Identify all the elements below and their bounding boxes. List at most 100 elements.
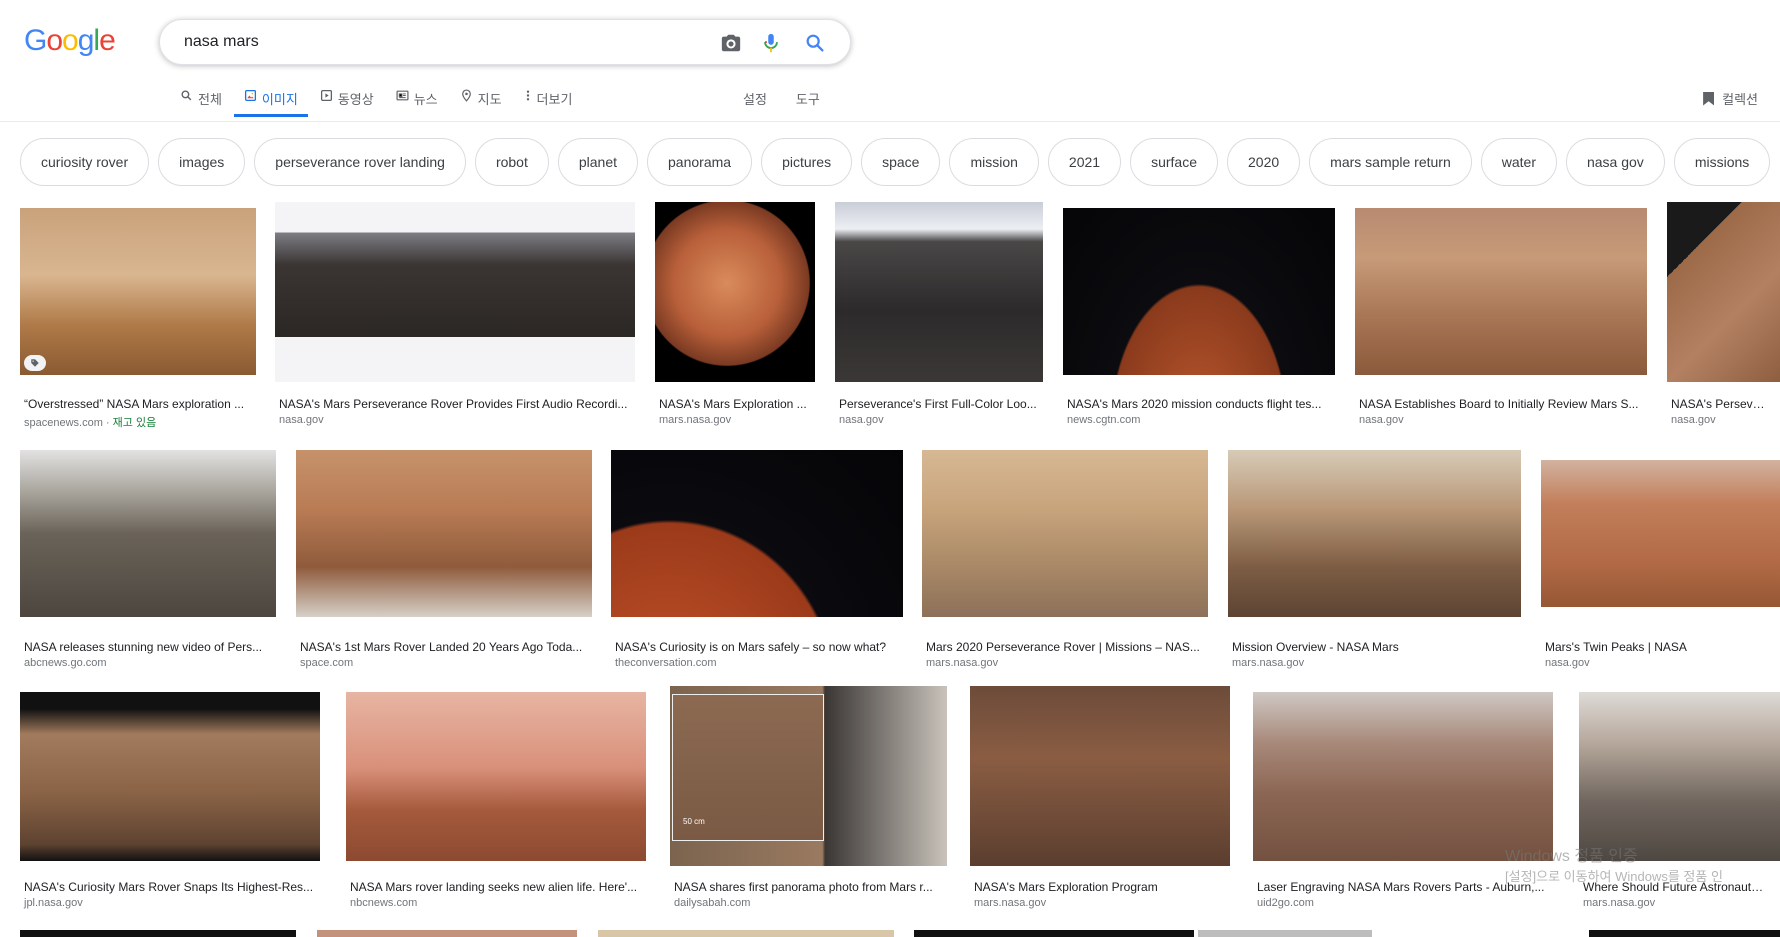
news-icon xyxy=(396,89,409,105)
related-search-chip[interactable]: panorama xyxy=(647,138,753,186)
result-thumbnail[interactable] xyxy=(598,930,894,937)
result-thumbnail[interactable] xyxy=(1253,692,1553,861)
result-domain: nasa.gov xyxy=(1545,657,1590,669)
camera-icon[interactable] xyxy=(718,30,744,56)
result-domain: mars.nasa.gov xyxy=(926,657,999,669)
result-thumbnail[interactable] xyxy=(922,450,1208,617)
tab-3[interactable]: 뉴스 xyxy=(396,86,438,117)
result-thumbnail[interactable] xyxy=(1667,202,1780,382)
collections-link[interactable]: 컬렉션 xyxy=(1703,89,1758,108)
result-title[interactable]: NASA's Mars 2020 mission conducts flight… xyxy=(1067,397,1321,411)
result-title[interactable]: NASA's Mars Exploration ... xyxy=(659,397,807,411)
result-source: nasa.gov xyxy=(1359,414,1404,426)
related-search-chip[interactable]: perseverance rover landing xyxy=(254,138,466,186)
tab-2[interactable]: 동영상 xyxy=(320,86,374,117)
google-logo[interactable]: Google xyxy=(24,24,116,64)
result-title[interactable]: Mars's Twin Peaks | NASA xyxy=(1545,640,1687,654)
related-search-chip[interactable]: images xyxy=(158,138,246,186)
scale-label: 50 cm xyxy=(683,817,705,826)
related-search-chip[interactable]: space xyxy=(861,138,941,186)
result-thumbnail[interactable] xyxy=(20,450,276,617)
result-thumbnail[interactable] xyxy=(835,202,1043,382)
related-search-chip[interactable]: 2021 xyxy=(1047,138,1122,186)
result-title[interactable]: Laser Engraving NASA Mars Rovers Parts -… xyxy=(1257,880,1544,894)
result-title[interactable]: “Overstressed” NASA Mars exploration ... xyxy=(24,397,244,411)
video-icon xyxy=(320,89,333,105)
result-title[interactable]: NASA's 1st Mars Rover Landed 20 Years Ag… xyxy=(300,640,582,654)
result-title[interactable]: NASA's Perseveranc xyxy=(1671,397,1768,411)
result-thumbnail[interactable] xyxy=(296,450,592,617)
result-domain: dailysabah.com xyxy=(674,897,751,909)
result-source: mars.nasa.gov xyxy=(974,897,1046,909)
result-thumbnail[interactable] xyxy=(1198,930,1372,937)
result-source: nbcnews.com xyxy=(350,897,417,909)
search-input[interactable] xyxy=(182,32,706,52)
related-search-chip[interactable]: water xyxy=(1480,138,1557,186)
result-thumbnail[interactable] xyxy=(1355,208,1647,375)
activation-watermark: Windows 정품 인증 xyxy=(1505,848,1638,865)
microphone-icon[interactable] xyxy=(758,30,784,56)
result-title[interactable]: Mission Overview - NASA Mars xyxy=(1232,640,1399,654)
result-thumbnail[interactable] xyxy=(20,208,256,375)
tab-label: 더보기 xyxy=(536,92,573,107)
result-thumbnail[interactable] xyxy=(20,930,296,937)
search-box xyxy=(159,19,851,65)
related-search-chip[interactable]: pictures xyxy=(761,138,853,186)
related-search-chip[interactable]: 2020 xyxy=(1227,138,1301,186)
result-domain: spacenews.com xyxy=(24,417,103,429)
result-thumbnail[interactable] xyxy=(611,450,903,617)
result-thumbnail[interactable] xyxy=(970,686,1230,866)
result-title[interactable]: Mars 2020 Perseverance Rover | Missions … xyxy=(926,640,1200,654)
more-vert-icon xyxy=(524,89,532,105)
result-title[interactable]: NASA's Mars Exploration Program xyxy=(974,880,1158,894)
result-thumbnail[interactable] xyxy=(655,202,815,382)
tab-label: 전체 xyxy=(198,92,222,107)
result-thumbnail[interactable] xyxy=(275,202,635,382)
tab-label: 뉴스 xyxy=(413,92,438,107)
result-source: mars.nasa.gov xyxy=(1583,897,1655,909)
result-title[interactable]: NASA shares first panorama photo from Ma… xyxy=(674,880,933,894)
result-title[interactable]: NASA's Mars Perseverance Rover Provides … xyxy=(279,397,627,411)
result-domain: theconversation.com xyxy=(615,657,717,669)
related-search-chip[interactable]: planet xyxy=(557,138,639,186)
result-title[interactable]: NASA Mars rover landing seeks new alien … xyxy=(350,880,637,894)
result-source: spacenews.com · 재고 있음 xyxy=(24,414,156,430)
logo-letter: o xyxy=(46,24,63,57)
product-tag-icon xyxy=(24,355,46,371)
related-chips: curiosity rover images perseverance rover … xyxy=(20,138,1779,186)
related-search-chip[interactable]: curiosity rover xyxy=(20,138,150,186)
result-thumbnail[interactable] xyxy=(1579,692,1780,861)
tab-5[interactable]: 더보기 xyxy=(524,86,573,117)
result-thumbnail[interactable] xyxy=(1063,208,1335,375)
result-thumbnail[interactable] xyxy=(20,692,320,861)
result-thumbnail[interactable] xyxy=(1541,460,1780,607)
result-title[interactable]: NASA's Curiosity Mars Rover Snaps Its Hi… xyxy=(24,880,313,894)
search-tabs: 전체 이미지 동영상 뉴스 지도 더보기 xyxy=(180,86,594,120)
related-search-chip[interactable]: missions xyxy=(1673,138,1771,186)
result-thumbnail[interactable] xyxy=(914,930,1194,937)
result-thumbnail[interactable] xyxy=(317,930,577,937)
result-thumbnail[interactable] xyxy=(346,692,646,861)
result-source: space.com xyxy=(300,657,353,669)
result-title[interactable]: NASA Establishes Board to Initially Revi… xyxy=(1359,397,1638,411)
search-submit-icon[interactable] xyxy=(802,30,828,56)
related-search-chip[interactable]: robot xyxy=(474,138,549,186)
related-search-chip[interactable]: mars sample return xyxy=(1309,138,1472,186)
related-search-chip[interactable]: mission xyxy=(949,138,1039,186)
tab-0[interactable]: 전체 xyxy=(180,86,222,117)
result-thumbnail[interactable] xyxy=(1589,930,1780,937)
tools-link[interactable]: 도구 xyxy=(796,89,820,108)
result-title[interactable]: Perseverance's First Full-Color Loo... xyxy=(839,397,1037,411)
related-search-chip[interactable]: nasa gov xyxy=(1565,138,1665,186)
result-title[interactable]: NASA's Curiosity is on Mars safely – so … xyxy=(615,640,886,654)
result-title[interactable]: NASA releases stunning new video of Pers… xyxy=(24,640,262,654)
tab-1[interactable]: 이미지 xyxy=(233,86,308,117)
search-tools: 설정 도구 xyxy=(743,89,849,108)
tab-4[interactable]: 지도 xyxy=(460,86,502,117)
image-icon xyxy=(244,89,257,105)
settings-link[interactable]: 설정 xyxy=(743,89,767,108)
separator: · xyxy=(102,417,113,429)
related-search-chip[interactable]: surface xyxy=(1130,138,1218,186)
result-source: nasa.gov xyxy=(839,414,884,426)
result-thumbnail[interactable] xyxy=(1228,450,1521,617)
